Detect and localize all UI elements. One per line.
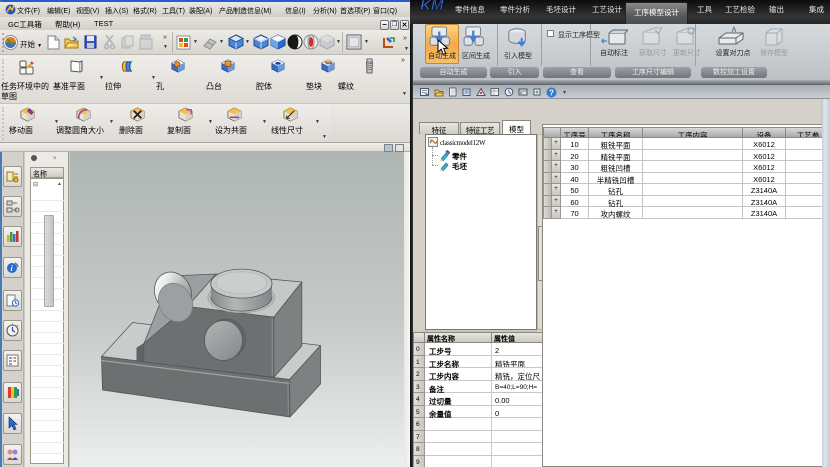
svg-text:KM: KM [420,0,444,14]
svg-text:?: ? [549,88,554,97]
